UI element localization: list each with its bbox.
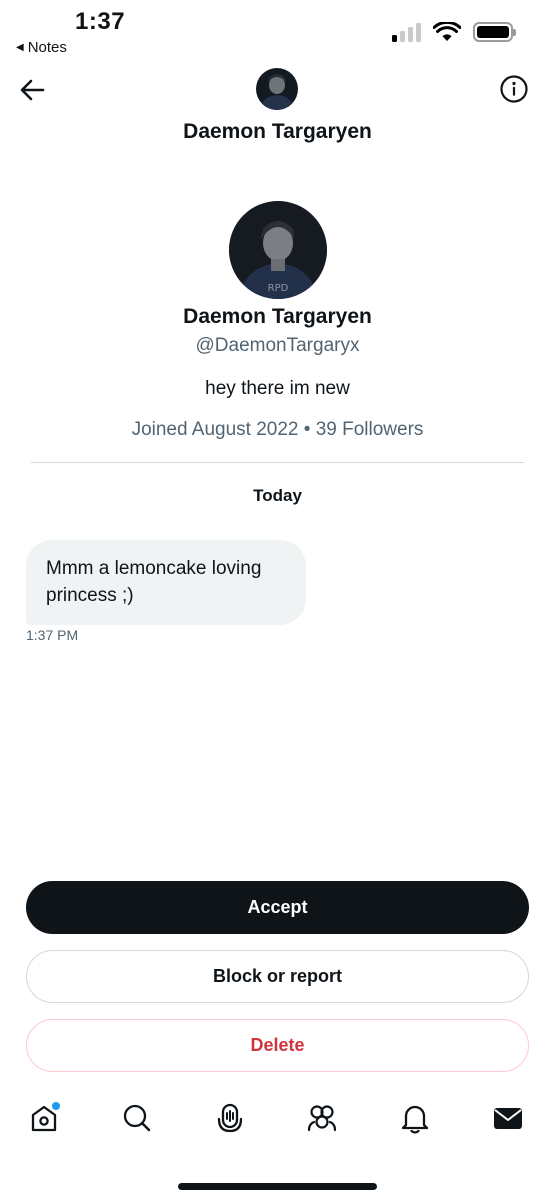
back-arrow-icon[interactable] [16,74,48,106]
status-indicators [392,22,516,42]
bottom-tab-bar [0,1100,555,1150]
tab-messages[interactable] [490,1100,526,1136]
profile-avatar[interactable]: RPD [229,201,327,299]
communities-icon [307,1105,337,1132]
tab-home[interactable] [26,1100,62,1136]
tab-search[interactable] [119,1100,155,1136]
header-avatar[interactable] [256,68,298,110]
profile-handle[interactable]: @DaemonTargaryx [0,335,555,357]
date-separator: Today [253,486,302,505]
battery-icon [473,22,516,42]
notifications-icon [401,1105,429,1134]
messages-icon [494,1108,522,1129]
spaces-icon [217,1103,243,1133]
back-to-app-link[interactable]: ◀ Notes [16,39,67,56]
info-icon[interactable] [499,74,529,104]
cellular-signal-icon [392,22,421,42]
svg-text:RPD: RPD [268,283,289,294]
tab-spaces[interactable] [212,1100,248,1136]
profile-bio: hey there im new [205,378,350,399]
home-indicator[interactable] [178,1183,377,1190]
message-bubble[interactable]: Mmm a lemoncake loving princess ;) [26,540,306,625]
back-triangle-icon: ◀ [16,42,24,53]
dm-request-screen: 1:37 ◀ Notes Daemon Targaryen RPD Daemon… [0,0,555,1200]
search-icon [123,1104,151,1132]
divider [31,462,524,463]
tab-notifications[interactable] [397,1100,433,1136]
message-timestamp: 1:37 PM [26,627,79,643]
back-app-label: Notes [27,39,67,56]
tab-communities[interactable] [304,1100,340,1136]
delete-button[interactable]: Delete [26,1019,529,1072]
block-or-report-button[interactable]: Block or report [26,950,529,1003]
home-icon [31,1102,60,1132]
accept-button[interactable]: Accept [26,881,529,934]
conversation-title: Daemon Targaryen [183,120,372,143]
status-time: 1:37 [75,8,126,35]
profile-meta: Joined August 2022 • 39 Followers [131,419,424,440]
profile-name[interactable]: Daemon Targaryen [0,305,555,329]
wifi-icon [433,22,461,41]
